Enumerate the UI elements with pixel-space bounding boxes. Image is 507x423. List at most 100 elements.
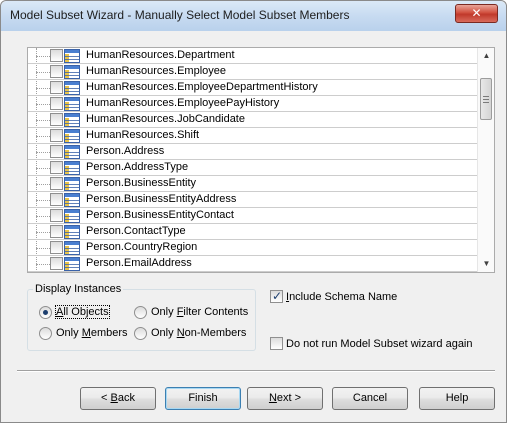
item-checkbox[interactable] xyxy=(50,161,63,174)
list-item[interactable]: HumanResources.EmployeeDepartmentHistory xyxy=(28,80,478,96)
tree-connector xyxy=(36,184,50,185)
tree-connector xyxy=(36,264,50,265)
close-icon: ✕ xyxy=(471,6,482,20)
checkbox-label: Do not run Model Subset wizard again xyxy=(286,338,473,350)
list-item-label: HumanResources.JobCandidate xyxy=(86,113,245,125)
item-checkbox[interactable] xyxy=(50,145,63,158)
tree-connector xyxy=(36,232,50,233)
thumb-grip xyxy=(483,96,489,97)
item-checkbox[interactable] xyxy=(50,65,63,78)
list-item-label: Person.BusinessEntityAddress xyxy=(86,193,237,205)
table-icon xyxy=(64,65,80,79)
tree-connector xyxy=(36,152,50,153)
scroll-thumb[interactable] xyxy=(480,78,492,120)
list-item-label: Person.BusinessEntity xyxy=(86,177,197,189)
radio-label: Only Filter Contents xyxy=(151,306,249,318)
wizard-window: Model Subset Wizard - Manually Select Mo… xyxy=(0,0,507,423)
list-viewport: HumanResources.Department HumanResources.… xyxy=(28,48,478,272)
list-item-label: Person.BusinessEntityContact xyxy=(86,209,234,221)
tree-connector xyxy=(36,136,50,137)
item-checkbox[interactable] xyxy=(50,225,63,238)
scroll-up-button[interactable]: ▲ xyxy=(478,48,494,64)
tree-connector xyxy=(36,120,50,121)
radio-selected-dot xyxy=(43,310,48,315)
item-checkbox[interactable] xyxy=(50,241,63,254)
table-icon xyxy=(64,145,80,159)
table-icon xyxy=(64,49,80,63)
vertical-scrollbar[interactable]: ▲ ▼ xyxy=(477,48,494,272)
list-item-label: Person.Address xyxy=(86,145,165,157)
do-not-run-again-checkbox[interactable]: Do not run Model Subset wizard again xyxy=(270,337,475,353)
list-item-label: HumanResources.Department xyxy=(86,49,235,61)
model-object-list[interactable]: HumanResources.Department HumanResources.… xyxy=(27,47,495,273)
wizard-client-area: HumanResources.Department HumanResources.… xyxy=(9,31,498,416)
radio-only-members[interactable]: Only Members xyxy=(39,326,129,342)
list-item[interactable]: HumanResources.JobCandidate xyxy=(28,112,478,128)
back-button[interactable]: < Back xyxy=(80,387,156,410)
display-instances-legend: Display Instances xyxy=(33,283,124,295)
scroll-down-button[interactable]: ▼ xyxy=(478,256,494,272)
item-checkbox[interactable] xyxy=(50,193,63,206)
list-item[interactable]: Person.EmailAddress xyxy=(28,256,478,272)
list-item[interactable]: Person.CountryRegion xyxy=(28,240,478,256)
list-item[interactable]: Person.Address xyxy=(28,144,478,160)
radio-circle xyxy=(134,327,147,340)
tree-connector xyxy=(36,72,50,73)
list-item-label: Person.AddressType xyxy=(86,161,189,173)
table-icon xyxy=(64,209,80,223)
radio-circle xyxy=(134,306,147,319)
radio-label: Only Members xyxy=(56,327,128,339)
table-icon xyxy=(64,193,80,207)
include-schema-name-checkbox[interactable]: ✓ Include Schema Name xyxy=(270,289,400,306)
next-button[interactable]: Next > xyxy=(247,387,323,410)
list-item[interactable]: Person.AddressType xyxy=(28,160,478,176)
radio-label: Only Non-Members xyxy=(151,327,247,339)
button-separator xyxy=(17,370,495,372)
tree-connector xyxy=(36,168,50,169)
radio-all-objects[interactable]: All Objects xyxy=(39,305,129,321)
list-item[interactable]: HumanResources.Department xyxy=(28,48,478,64)
table-icon xyxy=(64,241,80,255)
radio-only-filter-contents[interactable]: Only Filter Contents xyxy=(134,305,249,321)
list-item[interactable]: Person.BusinessEntityAddress xyxy=(28,192,478,208)
checkbox-box: ✓ xyxy=(270,289,283,303)
close-button[interactable]: ✕ xyxy=(455,4,498,23)
list-item-label: HumanResources.Employee xyxy=(86,65,227,77)
help-button[interactable]: Help xyxy=(419,387,495,410)
finish-button[interactable]: Finish xyxy=(165,387,241,410)
checkbox-label: Include Schema Name xyxy=(286,291,398,303)
item-checkbox[interactable] xyxy=(50,257,63,270)
list-item[interactable]: HumanResources.Employee xyxy=(28,64,478,80)
table-icon xyxy=(64,257,80,271)
item-checkbox[interactable] xyxy=(50,97,63,110)
tree-connector xyxy=(36,200,50,201)
list-item[interactable]: Person.ContactType xyxy=(28,224,478,240)
table-icon xyxy=(64,225,80,239)
item-checkbox[interactable] xyxy=(50,177,63,190)
list-item[interactable]: HumanResources.EmployeePayHistory xyxy=(28,96,478,112)
item-checkbox[interactable] xyxy=(50,81,63,94)
radio-only-non-members[interactable]: Only Non-Members xyxy=(134,326,249,342)
table-icon xyxy=(64,177,80,191)
list-item[interactable]: Person.BusinessEntityContact xyxy=(28,208,478,224)
list-item-label: HumanResources.Shift xyxy=(86,129,200,141)
thumb-grip xyxy=(483,99,489,100)
table-icon xyxy=(64,161,80,175)
item-checkbox[interactable] xyxy=(50,113,63,126)
display-instances-group: Display Instances All Objects Only Filte… xyxy=(27,283,256,351)
list-item[interactable]: HumanResources.Shift xyxy=(28,128,478,144)
arrow-up-icon: ▲ xyxy=(482,51,491,60)
tree-connector xyxy=(36,248,50,249)
arrow-down-icon: ▼ xyxy=(482,259,491,268)
list-item[interactable]: Person.BusinessEntity xyxy=(28,176,478,192)
tree-connector xyxy=(36,88,50,89)
title-bar[interactable]: Model Subset Wizard - Manually Select Mo… xyxy=(1,1,506,31)
item-checkbox[interactable] xyxy=(50,209,63,222)
cancel-button[interactable]: Cancel xyxy=(332,387,408,410)
table-icon xyxy=(64,81,80,95)
table-icon xyxy=(64,129,80,143)
window-title: Model Subset Wizard - Manually Select Mo… xyxy=(10,8,350,22)
tree-connector xyxy=(36,56,50,57)
item-checkbox[interactable] xyxy=(50,49,63,62)
item-checkbox[interactable] xyxy=(50,129,63,142)
